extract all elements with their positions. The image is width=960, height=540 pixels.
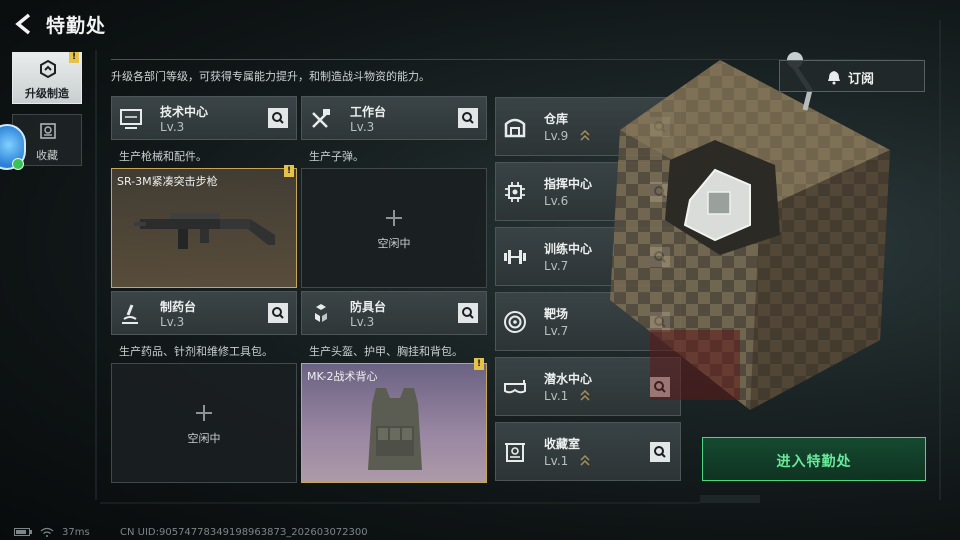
- slot-idle-label: 空闲中: [377, 237, 411, 250]
- search-icon[interactable]: [268, 108, 288, 128]
- workshop-description: 生产药品、针剂和维修工具包。: [119, 345, 273, 358]
- upgrade-chevron-icon: [580, 129, 590, 141]
- workshop-card-armor-bench: 防具台 Lv.3 生产头盔、护甲、胸挂和背包。 MK-2战术背心 !: [301, 291, 487, 483]
- plus-icon: [386, 210, 402, 226]
- plus-icon: [196, 405, 212, 421]
- collection-box-icon: [40, 123, 56, 139]
- vest-image: [368, 388, 422, 470]
- ping-readout: 37ms: [62, 527, 90, 538]
- workshop-name: 制药台: [160, 300, 197, 314]
- department-level: Lv.6: [544, 194, 569, 208]
- search-icon[interactable]: [458, 303, 478, 323]
- workshop-level: Lv.3: [160, 120, 185, 134]
- workshop-level: Lv.3: [160, 315, 185, 329]
- workshop-card-workbench: 工作台 Lv.3 生产子弹。 空闲中: [301, 96, 487, 288]
- workshop-card-tech-center: 技术中心 Lv.3 生产枪械和配件。 SR-3M紧凑突击步枪 !: [111, 96, 297, 288]
- monitor-icon: [120, 109, 142, 129]
- workshop-header[interactable]: 防具台 Lv.3: [301, 291, 487, 335]
- diving-mask-icon: [504, 380, 526, 394]
- battery-icon: [14, 528, 32, 536]
- workshop-description: 生产头盔、护甲、胸挂和背包。: [309, 345, 463, 358]
- department-level: Lv.1: [544, 454, 569, 468]
- wifi-icon: [40, 527, 54, 537]
- slot-idle-label: 空闲中: [187, 432, 221, 445]
- search-icon[interactable]: [268, 303, 288, 323]
- microscope-icon: [122, 304, 138, 324]
- dumbbell-icon: [504, 250, 526, 264]
- command-chip-icon: [505, 182, 525, 202]
- production-slot[interactable]: MK-2战术背心: [301, 363, 487, 483]
- production-slot[interactable]: 空闲中: [111, 363, 297, 483]
- enter-facility-button[interactable]: 进入特勤处: [702, 437, 926, 481]
- alert-badge: !: [474, 358, 484, 370]
- warehouse-icon: [504, 118, 526, 138]
- workshop-header[interactable]: 工作台 Lv.3: [301, 96, 487, 140]
- department-name: 收藏室: [544, 437, 581, 451]
- wifi-status-dot: [12, 158, 24, 170]
- rifle-image: [134, 213, 275, 249]
- sidebar-item-upgrade-craft[interactable]: 升级制造 !: [12, 52, 82, 104]
- workshop-name: 防具台: [350, 300, 387, 314]
- collection-room-icon: [505, 443, 525, 462]
- facility-cube-artwork: [610, 52, 890, 410]
- upgrade-cube-icon: [40, 59, 56, 79]
- workshop-header[interactable]: 技术中心 Lv.3: [111, 96, 297, 140]
- user-uid: CN UID:9057477834919896387З_202603072300: [120, 527, 368, 538]
- page-title: 特勤处: [46, 15, 107, 37]
- department-level: Lv.7: [544, 259, 569, 273]
- workshop-level: Lv.3: [350, 120, 375, 134]
- subscribe-label: 订阅: [848, 72, 875, 87]
- bell-icon: [828, 71, 840, 85]
- department-level: Lv.7: [544, 324, 569, 338]
- production-slot[interactable]: 空闲中: [301, 168, 487, 288]
- workshop-header[interactable]: 制药台 Lv.3: [111, 291, 297, 335]
- department-name: 仓库: [544, 112, 569, 126]
- department-name: 靶场: [544, 307, 569, 321]
- department-name: 指挥中心: [544, 177, 593, 191]
- target-icon: [504, 311, 526, 333]
- upgrade-chevron-icon: [580, 454, 590, 466]
- slot-item-name: SR-3M紧凑突击步枪: [117, 175, 218, 188]
- slot-item-name: MK-2战术背心: [307, 370, 378, 383]
- workshop-name: 工作台: [350, 105, 387, 119]
- department-level: Lv.1: [544, 389, 569, 403]
- status-footer: 37ms CN UID:9057477834919896387З_2026030…: [0, 522, 960, 540]
- page-description: 升级各部门等级，可获得专属能力提升，和制造战斗物资的能力。: [111, 70, 430, 83]
- search-icon[interactable]: [458, 108, 478, 128]
- department-level: Lv.9: [544, 129, 569, 143]
- department-collection-room[interactable]: 收藏室 Lv.1: [495, 422, 681, 481]
- enter-button-label: 进入特勤处: [776, 454, 852, 470]
- workshop-name: 技术中心: [160, 105, 209, 119]
- workshop-card-pharmacy: 制药台 Lv.3 生产药品、针剂和维修工具包。 空闲中: [111, 291, 297, 483]
- production-slot[interactable]: SR-3M紧凑突击步枪: [111, 168, 297, 288]
- armor-blocks-icon: [315, 304, 327, 322]
- workshop-level: Lv.3: [350, 315, 375, 329]
- workshop-description: 生产子弹。: [309, 150, 364, 163]
- department-name: 潜水中心: [544, 372, 593, 386]
- department-name: 训练中心: [544, 242, 593, 256]
- search-icon[interactable]: [650, 442, 670, 462]
- upgrade-chevron-icon: [580, 389, 590, 401]
- workshop-description: 生产枪械和配件。: [119, 150, 207, 163]
- subscribe-button[interactable]: 订阅: [779, 60, 925, 92]
- tools-icon: [312, 109, 330, 128]
- alert-badge: !: [284, 165, 294, 177]
- alert-badge: !: [69, 52, 79, 63]
- back-arrow-icon[interactable]: [12, 12, 36, 36]
- sidebar-item-label: 升级制造: [25, 87, 69, 100]
